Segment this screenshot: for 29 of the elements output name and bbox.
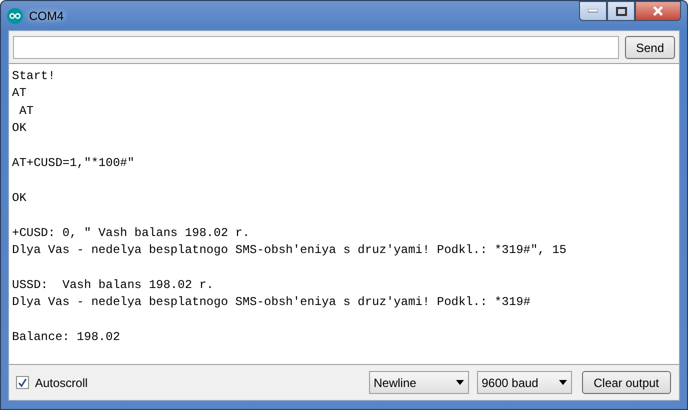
line-ending-dropdown[interactable]: Newline xyxy=(368,371,469,394)
output-line: Balance: 198.02 xyxy=(12,329,120,346)
input-field[interactable] xyxy=(13,36,619,59)
window-title: COM4 xyxy=(29,8,64,22)
output-line: USSD: Vash balans 198.02 r. xyxy=(12,276,214,294)
output-line: Dlya Vas - nedelya besplatnogo SMS-obsh'eniya s druz'yami! Podkl.: *319#", 15 xyxy=(12,242,566,260)
checkmark-icon xyxy=(18,378,27,387)
output-line: +CUSD: 0, " Vash balans 198.02 r. xyxy=(12,224,250,242)
clear-output-button[interactable]: Clear output xyxy=(582,371,671,394)
checkbox[interactable] xyxy=(16,376,29,389)
close-icon xyxy=(652,6,664,16)
send-button[interactable]: Send xyxy=(624,36,675,59)
checkbox-label: Autoscroll xyxy=(35,376,88,390)
baud-rate-dropdown[interactable]: 9600 baud xyxy=(476,371,572,394)
output-line: AT xyxy=(18,102,34,120)
close-button[interactable] xyxy=(635,1,681,21)
output-line: Start! xyxy=(12,68,56,85)
caret-icon xyxy=(456,380,464,385)
maximize-button[interactable] xyxy=(607,1,635,21)
caret-icon xyxy=(558,380,567,385)
output-line: OK xyxy=(12,190,26,207)
output-line: AT xyxy=(12,85,26,102)
output-line: Dlya Vas - nedelya besplatnogo SMS-obsh'eniya s druz'yami! Podkl.: *319# xyxy=(12,294,530,312)
output-line: AT+CUSD=1,"*100#" xyxy=(12,155,134,172)
minimize-icon xyxy=(588,9,598,13)
output-line: OK xyxy=(12,120,26,138)
minimize-button[interactable] xyxy=(579,1,607,21)
app-logo-icon xyxy=(7,8,23,24)
maximize-icon xyxy=(616,6,626,16)
